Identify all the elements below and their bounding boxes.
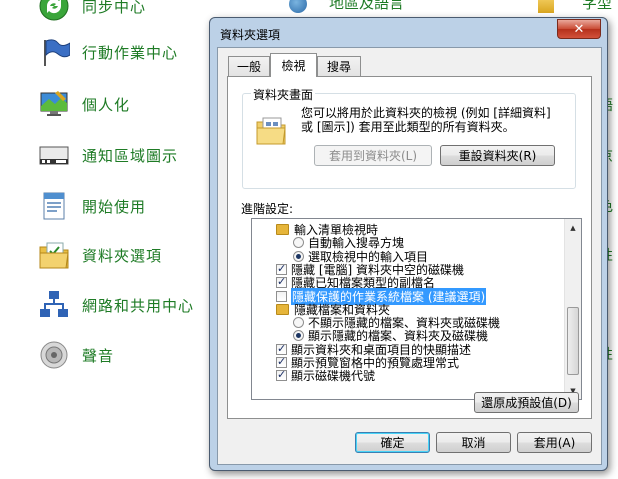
action-center-flag-icon <box>38 36 70 68</box>
folder-views-description: 您可以將用於此資料夾的檢視 (例如 [詳細資料] 或 [圖示]) 套用至此類型的… <box>301 106 573 134</box>
close-button[interactable]: ✕ <box>557 19 601 39</box>
checkbox[interactable] <box>276 262 287 275</box>
cp-item-label: 同步中心 <box>82 0 147 16</box>
apply-button[interactable]: 套用(A) <box>517 432 592 453</box>
cp-item-sync-center[interactable]: 同步中心 <box>0 0 146 24</box>
restore-defaults-button[interactable]: 還原成預設值(D) <box>474 392 579 413</box>
radio-button[interactable] <box>293 236 304 248</box>
folder-views-icon <box>256 117 286 145</box>
sync-center-icon <box>38 0 70 22</box>
personalization-icon <box>38 88 70 120</box>
reset-folders-button[interactable]: 重設資料夾(R) <box>440 145 555 166</box>
view-tab-panel: 資料夾畫面 您可以將用於此資料夾的檢視 (例如 [詳細資料] 或 [圖示]) 套… <box>227 76 592 419</box>
folder-views-group: 資料夾畫面 您可以將用於此資料夾的檢視 (例如 [詳細資料] 或 [圖示]) 套… <box>242 86 576 189</box>
folder-options-dialog: 資料夾選項 ✕ 一般 檢視 搜尋 資料夾畫面 您可以將用於此資料夾的檢視 (例如… <box>209 17 608 471</box>
scroll-up-arrow[interactable]: ▲ <box>565 219 581 236</box>
apply-to-folders-button[interactable]: 套用到資料夾(L) <box>314 145 432 166</box>
folder-views-title: 資料夾畫面 <box>251 86 316 103</box>
cp-item-label: 行動作業中心 <box>82 43 179 62</box>
radio-button[interactable] <box>293 329 304 341</box>
cp-item-label: 通知區域圖示 <box>82 146 179 165</box>
close-icon: ✕ <box>573 21 585 37</box>
checkbox[interactable] <box>276 290 287 302</box>
title-bar[interactable]: 資料夾選項 ✕ <box>210 18 607 46</box>
advanced-settings-list[interactable]: 輸入清單檢視時自動輸入搜尋方塊選取檢視中的輸入項目隱藏 [電腦] 資料夾中空的磁… <box>251 218 582 400</box>
getting-started-icon <box>38 190 70 222</box>
checkbox[interactable] <box>276 368 287 381</box>
dialog-client: 一般 檢視 搜尋 資料夾畫面 您可以將用於此資料夾的檢視 (例如 [詳細資料] … <box>217 47 602 465</box>
dialog-title: 資料夾選項 <box>220 28 281 42</box>
cancel-button[interactable]: 取消 <box>436 432 511 453</box>
folder-icon <box>276 303 289 315</box>
cp-item-label: 網路和共用中心 <box>82 296 195 315</box>
cp-item-network-sharing[interactable]: 網路和共用中心 <box>0 287 194 323</box>
advanced-settings-label: 進階設定: <box>241 202 294 216</box>
network-sharing-icon <box>38 289 70 321</box>
checkbox[interactable] <box>276 275 287 288</box>
cp-item-sound[interactable]: 聲音 <box>0 337 114 373</box>
cp-item-action-center-flag[interactable]: 行動作業中心 <box>0 34 178 70</box>
vertical-scrollbar[interactable]: ▲ ▼ <box>564 219 581 399</box>
folder-options-icon <box>38 239 70 271</box>
cp-item-label: 個人化 <box>82 95 131 114</box>
cp-item-personalization[interactable]: 個人化 <box>0 86 130 122</box>
cp-fonts-item[interactable]: 字型 <box>538 0 612 13</box>
radio-button[interactable] <box>293 316 304 328</box>
setting-row[interactable]: 顯示磁碟機代號 <box>276 368 376 383</box>
cp-region-language-item[interactable]: 地區及語言 <box>289 0 404 13</box>
fonts-icon <box>538 0 554 13</box>
tab-view[interactable]: 檢視 <box>270 53 317 77</box>
notification-area-icon <box>38 139 70 171</box>
scroll-thumb[interactable] <box>567 307 579 375</box>
cp-item-getting-started[interactable]: 開始使用 <box>0 188 146 224</box>
checkbox[interactable] <box>276 355 287 368</box>
cp-item-label: 資料夾選項 <box>82 246 163 265</box>
region-language-icon <box>289 0 307 13</box>
tab-search[interactable]: 搜尋 <box>317 56 361 76</box>
cp-item-label: 聲音 <box>82 346 115 365</box>
description-line: 或 [圖示]) 套用至此類型的所有資料夾。 <box>301 120 515 134</box>
ok-button[interactable]: 確定 <box>355 432 430 453</box>
setting-label: 顯示磁碟機代號 <box>291 368 376 383</box>
folder-icon <box>276 223 289 235</box>
tab-general[interactable]: 一般 <box>228 56 270 76</box>
cp-item-notification-area[interactable]: 通知區域圖示 <box>0 137 178 173</box>
cp-item-label: 開始使用 <box>82 197 147 216</box>
description-line: 您可以將用於此資料夾的檢視 (例如 [詳細資料] <box>301 106 551 120</box>
checkbox[interactable] <box>276 342 287 355</box>
sound-icon <box>38 339 70 371</box>
cp-item-folder-options[interactable]: 資料夾選項 <box>0 237 162 273</box>
